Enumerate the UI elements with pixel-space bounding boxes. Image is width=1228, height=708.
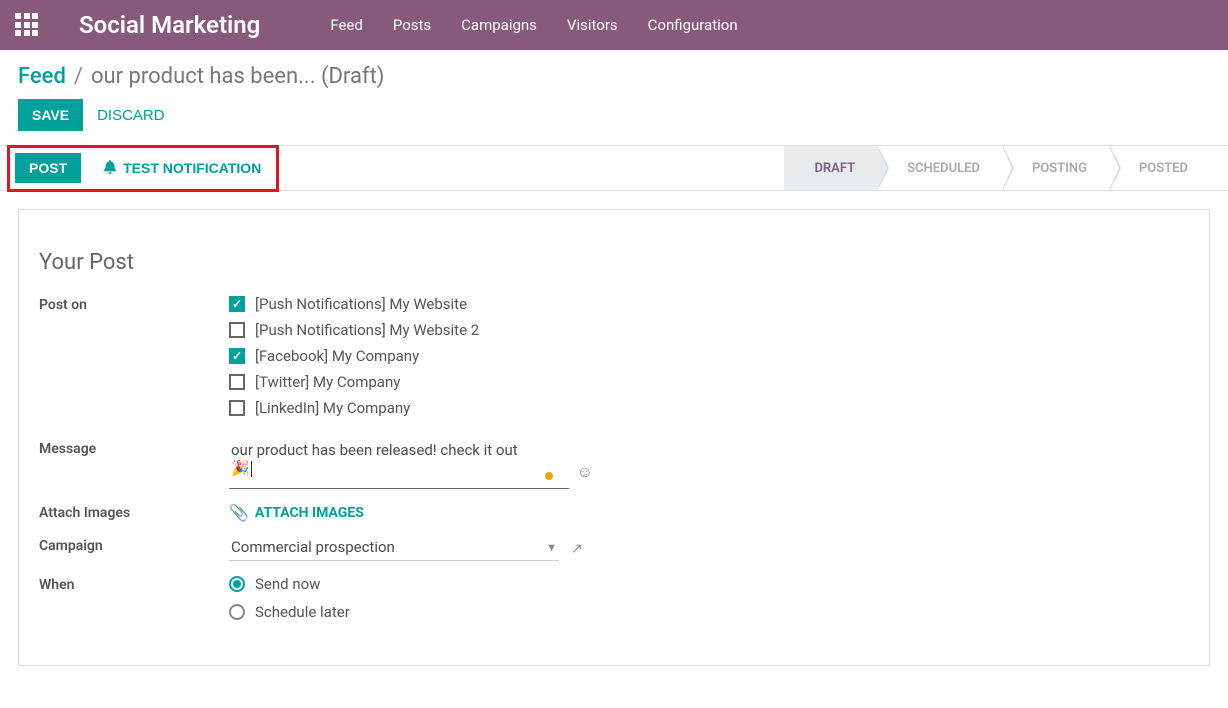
row-post-on: Post on [Push Notifications] My Website …	[39, 295, 1189, 425]
option-label: [Push Notifications] My Website	[255, 295, 467, 313]
saving-indicator-icon	[545, 472, 553, 480]
section-title: Your Post	[39, 250, 1189, 275]
option-label: [Facebook] My Company	[255, 347, 419, 365]
top-navbar: Social Marketing Feed Posts Campaigns Vi…	[0, 0, 1228, 50]
test-notification-button[interactable]: TEST NOTIFICATION	[93, 153, 271, 184]
campaign-select[interactable]: Commercial prospection ▼	[229, 536, 559, 561]
post-on-option-2[interactable]: [Facebook] My Company	[229, 347, 749, 365]
post-on-options: [Push Notifications] My Website [Push No…	[229, 295, 749, 425]
post-on-option-3[interactable]: [Twitter] My Company	[229, 373, 749, 391]
text-cursor	[251, 461, 252, 477]
checkbox-icon[interactable]	[229, 348, 245, 364]
label-message: Message	[39, 439, 229, 457]
breadcrumb: Feed / our product has been... (Draft)	[0, 50, 1228, 93]
label-when: When	[39, 575, 229, 593]
radio-icon[interactable]	[229, 604, 245, 620]
checkbox-icon[interactable]	[229, 374, 245, 390]
nav-campaigns[interactable]: Campaigns	[461, 16, 537, 34]
discard-button[interactable]: DISCARD	[97, 107, 165, 124]
attach-images-label: ATTACH IMAGES	[255, 505, 364, 521]
label-post-on: Post on	[39, 295, 229, 313]
paperclip-icon: 📎	[229, 503, 249, 522]
nav-feed[interactable]: Feed	[330, 16, 363, 34]
option-label: [Push Notifications] My Website 2	[255, 321, 479, 339]
radio-label: Schedule later	[255, 603, 350, 621]
breadcrumb-root[interactable]: Feed	[18, 64, 66, 89]
when-option-schedule-later[interactable]: Schedule later	[229, 603, 749, 621]
form-sheet: Your Post Post on [Push Notifications] M…	[18, 209, 1210, 666]
campaign-value: Commercial prospection	[231, 538, 395, 556]
chevron-down-icon: ▼	[546, 541, 557, 554]
nav-visitors[interactable]: Visitors	[567, 16, 618, 34]
stage-posting[interactable]: POSTING	[1002, 146, 1109, 190]
stage-posted[interactable]: POSTED	[1109, 146, 1210, 190]
label-attach-images: Attach Images	[39, 503, 229, 521]
status-bar: POST TEST NOTIFICATION DRAFT SCHEDULED P…	[0, 145, 1228, 191]
row-campaign: Campaign Commercial prospection ▼ ↗	[39, 536, 1189, 561]
post-on-option-1[interactable]: [Push Notifications] My Website 2	[229, 321, 749, 339]
breadcrumb-separator: /	[74, 64, 83, 89]
row-when: When Send now Schedule later	[39, 575, 1189, 631]
bell-icon	[103, 160, 117, 177]
attach-images-button[interactable]: 📎 ATTACH IMAGES	[229, 503, 749, 522]
action-row: SAVE DISCARD	[0, 93, 1228, 145]
message-input[interactable]: our product has been released! check it …	[229, 439, 569, 489]
option-label: [Twitter] My Company	[255, 373, 400, 391]
row-attach-images: Attach Images 📎 ATTACH IMAGES	[39, 503, 1189, 522]
post-on-option-0[interactable]: [Push Notifications] My Website	[229, 295, 749, 313]
app-title: Social Marketing	[79, 11, 260, 39]
emoji-picker-icon[interactable]: ☺	[577, 462, 593, 482]
nav-posts[interactable]: Posts	[393, 16, 431, 34]
highlight-annotation: POST TEST NOTIFICATION	[7, 145, 279, 192]
message-text: our product has been released! check it …	[231, 441, 518, 477]
checkbox-icon[interactable]	[229, 400, 245, 416]
post-button[interactable]: POST	[15, 153, 81, 183]
post-on-option-4[interactable]: [LinkedIn] My Company	[229, 399, 749, 417]
when-option-send-now[interactable]: Send now	[229, 575, 749, 593]
stage-scheduled[interactable]: SCHEDULED	[877, 146, 1002, 190]
checkbox-icon[interactable]	[229, 296, 245, 312]
external-link-icon[interactable]: ↗	[571, 541, 583, 557]
status-stages: DRAFT SCHEDULED POSTING POSTED	[784, 146, 1210, 190]
option-label: [LinkedIn] My Company	[255, 399, 410, 417]
breadcrumb-current: our product has been... (Draft)	[91, 64, 385, 89]
top-nav: Feed Posts Campaigns Visitors Configurat…	[330, 16, 737, 34]
radio-label: Send now	[255, 575, 320, 593]
apps-grid-icon[interactable]	[15, 13, 39, 37]
test-notification-label: TEST NOTIFICATION	[123, 160, 261, 176]
row-message: Message our product has been released! c…	[39, 439, 1189, 489]
label-campaign: Campaign	[39, 536, 229, 554]
save-button[interactable]: SAVE	[18, 99, 83, 131]
nav-configuration[interactable]: Configuration	[648, 16, 738, 34]
checkbox-icon[interactable]	[229, 322, 245, 338]
radio-icon[interactable]	[229, 576, 245, 592]
stage-draft[interactable]: DRAFT	[784, 146, 877, 190]
